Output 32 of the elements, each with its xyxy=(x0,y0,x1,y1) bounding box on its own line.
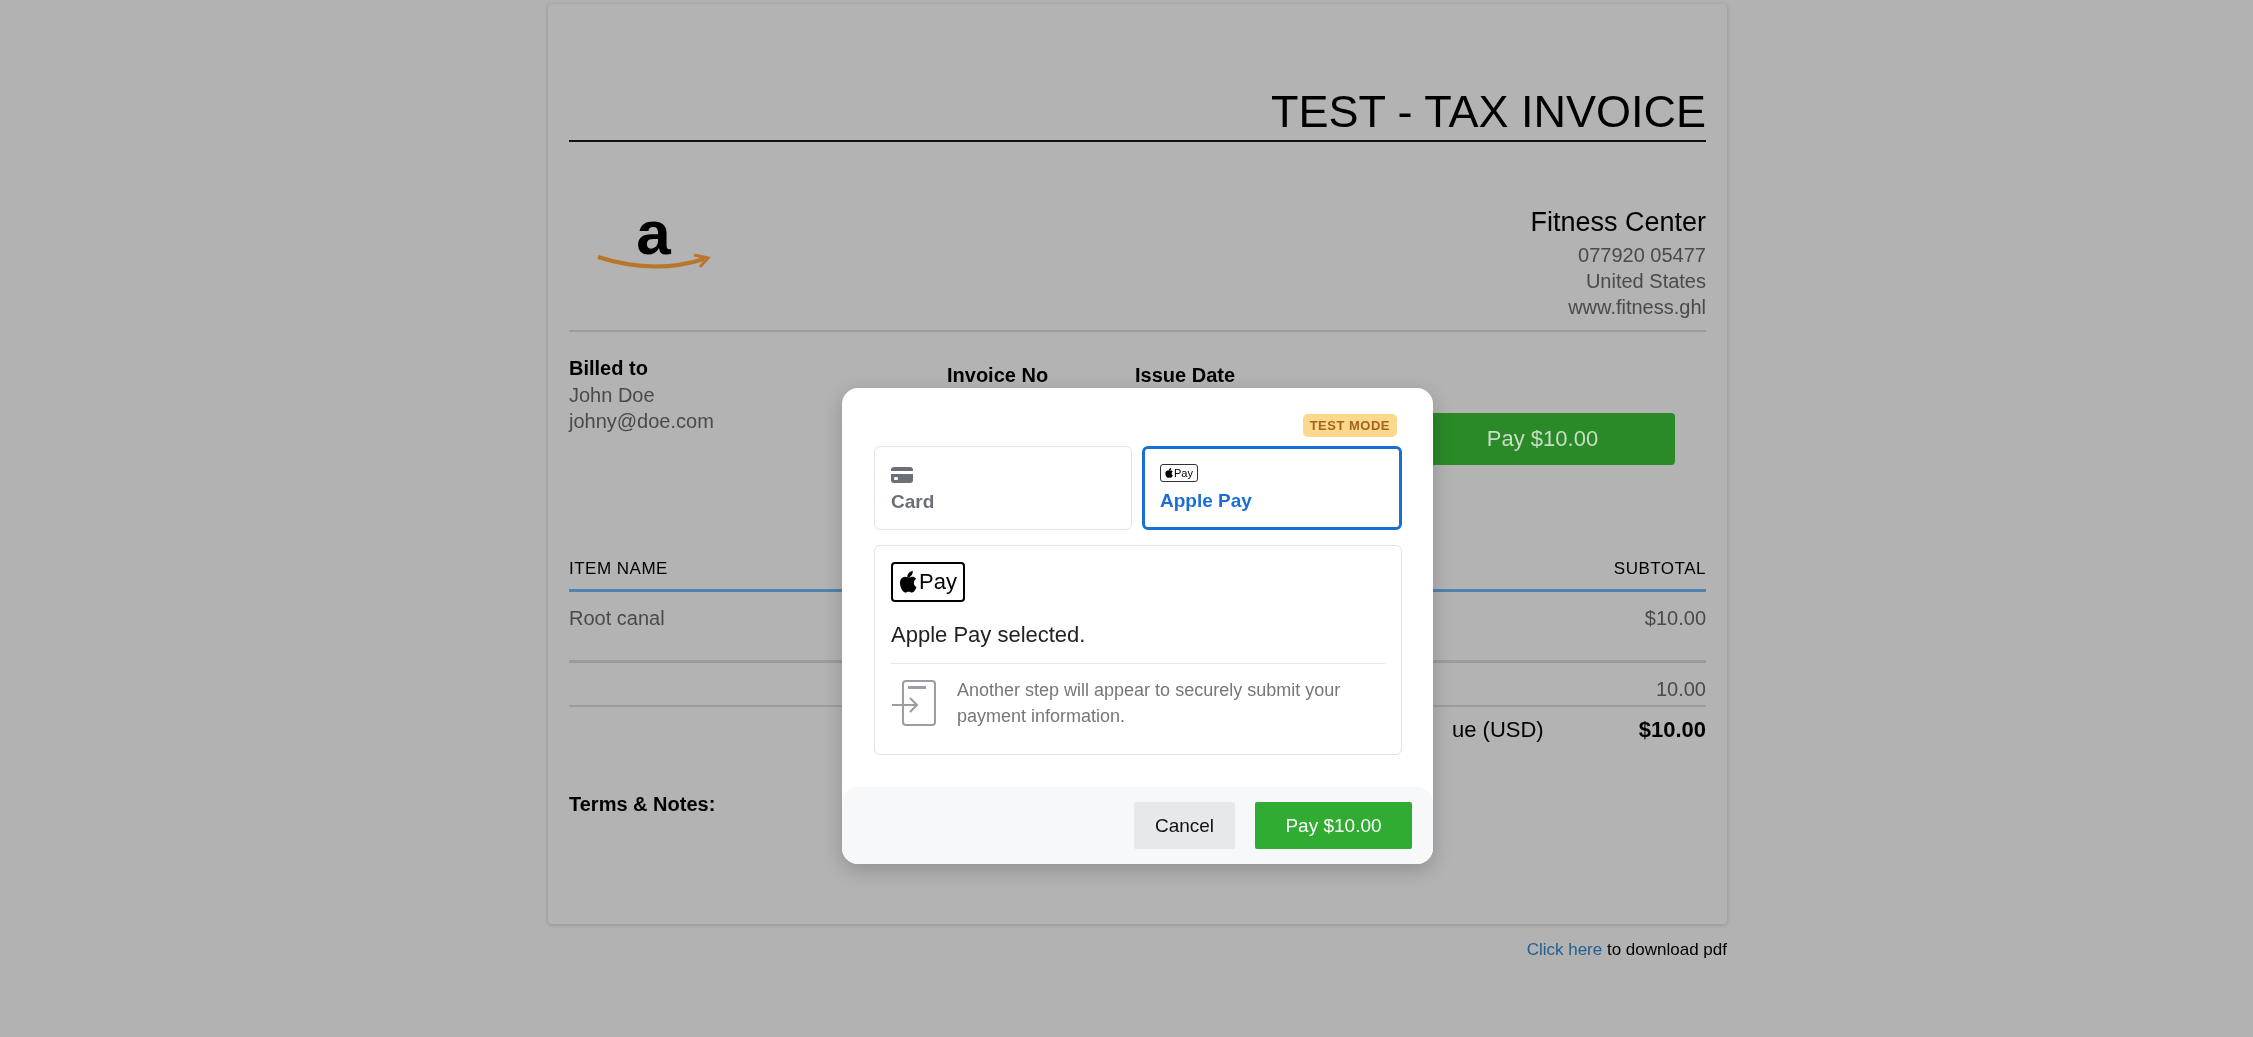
billed-to-detail: johny@doe.com xyxy=(569,409,714,434)
redirect-icon xyxy=(891,679,937,727)
invoice-title: TEST - TAX INVOICE xyxy=(1270,86,1706,138)
download-link[interactable]: Click here xyxy=(1526,940,1603,959)
billed-to-label: Billed to xyxy=(569,357,648,380)
selected-message: Apple Pay selected. xyxy=(891,622,1385,664)
issue-date-label: Issue Date xyxy=(1135,364,1236,387)
apple-pay-logo: Pay xyxy=(891,562,965,602)
table-cell: Root canal xyxy=(569,607,665,630)
apple-pay-icon: Pay xyxy=(1160,464,1198,482)
card-icon xyxy=(891,467,913,483)
total-label: ue (USD) xyxy=(1452,717,1544,743)
total-value: 10.00 xyxy=(1655,678,1706,701)
invoice-no-label: Invoice No xyxy=(947,364,1049,387)
company-detail: www.fitness.ghl xyxy=(1568,295,1706,320)
payment-method-tab[interactable]: Card xyxy=(874,446,1132,530)
column-header: SUBTOTAL xyxy=(1613,559,1706,579)
company-logo: a xyxy=(591,209,716,281)
terms-label: Terms & Notes: xyxy=(569,793,717,816)
company-name: Fitness Center xyxy=(1530,207,1706,238)
cancel-button[interactable]: Cancel xyxy=(1134,802,1235,849)
payment-method-tab[interactable]: Pay Apple Pay xyxy=(1142,446,1402,530)
info-text: Another step will appear to securely submit your payment information. xyxy=(957,679,1342,728)
company-detail: 077920 05477 xyxy=(1578,243,1706,268)
table-cell: $10.00 xyxy=(1644,607,1706,630)
pay-button[interactable]: Pay $10.00 xyxy=(1255,802,1412,849)
total-value: $10.00 xyxy=(1638,717,1706,743)
billed-to-detail: John Doe xyxy=(569,383,655,408)
test-mode-badge: TEST MODE xyxy=(1302,414,1397,437)
column-header: ITEM NAME xyxy=(569,559,668,579)
company-detail: United States xyxy=(1585,269,1706,294)
download-text: Click here to download pdf xyxy=(1526,940,1727,960)
